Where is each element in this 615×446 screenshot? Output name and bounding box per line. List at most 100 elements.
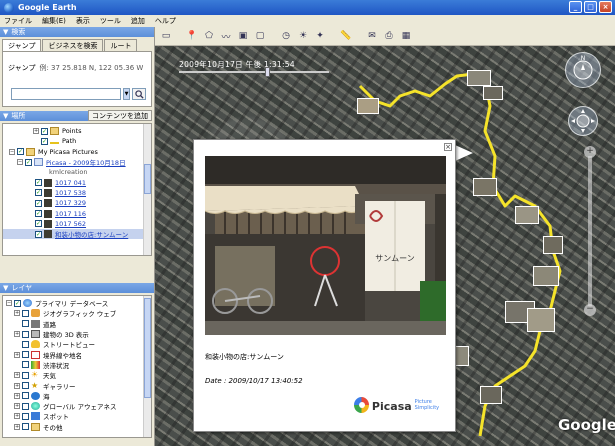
layers-scrollbar[interactable] [143,296,151,437]
checkbox[interactable] [22,382,29,390]
collapse-icon[interactable]: − [17,159,23,166]
list-item[interactable]: ✓ 1017 116 [3,208,151,218]
search-input[interactable] [11,88,121,100]
menu-add[interactable]: 追加 [131,16,145,26]
list-item[interactable]: ストリートビュー [3,339,151,349]
expand-icon[interactable]: + [14,403,20,410]
list-item[interactable]: + ★ ギャラリー [3,380,151,391]
sidebar-toggle-icon[interactable]: ▭ [159,29,173,43]
list-item[interactable]: + その他 [3,422,151,432]
places-scrollbar[interactable] [143,124,151,255]
expand-icon[interactable]: + [33,128,39,135]
checkbox[interactable]: ✓ [35,179,42,187]
maximize-button[interactable]: □ [584,1,597,13]
list-item[interactable]: + スポット [3,411,151,421]
email-icon[interactable]: ✉ [365,29,379,43]
add-content-button[interactable]: コンテンツを追加 [88,110,152,121]
checkbox[interactable] [22,361,29,369]
checkbox[interactable]: ✓ [35,189,42,197]
close-icon[interactable]: × [444,143,452,151]
list-item[interactable]: ✓ 1017 562 [3,219,151,229]
expand-icon[interactable]: + [14,392,20,399]
list-item[interactable]: ✓ Path [3,136,151,146]
layers-header[interactable]: ▼ レイヤ [0,283,154,293]
photo-marker[interactable] [483,86,503,100]
checkbox[interactable]: ✓ [17,148,24,156]
list-item[interactable]: + グローバル アウェアネス [3,401,151,411]
list-item[interactable]: + ジオグラフィック ウェブ [3,308,151,318]
menu-edit[interactable]: 編集(E) [42,16,66,26]
zoom-out-icon[interactable]: − [584,304,596,316]
checkbox[interactable] [22,371,29,379]
checkbox[interactable]: ✓ [14,299,21,307]
picasa-branding[interactable]: Picasa Picture Simplicity [354,397,455,413]
checkbox[interactable] [22,423,29,431]
print-icon[interactable]: ⎙ [382,29,396,43]
list-item[interactable]: ✓ 1017 538 [3,188,151,198]
tab-fly-to[interactable]: ジャンプ [2,39,42,51]
photo-marker[interactable] [473,178,497,196]
checkbox[interactable]: ✓ [35,199,42,207]
checkbox[interactable] [22,320,29,328]
list-item[interactable]: 道路 [3,319,151,329]
time-slider-knob[interactable] [265,67,270,77]
menu-tools[interactable]: ツール [100,16,121,26]
list-item[interactable]: + 建物の 3D 表示 [3,329,151,339]
list-item[interactable]: + 境界線や地名 [3,349,151,360]
photo-marker[interactable] [533,266,559,286]
list-item[interactable]: ✓ 1017 041 [3,177,151,187]
polygon-icon[interactable]: ⬠ [202,29,216,43]
checkbox[interactable] [22,351,29,359]
checkbox[interactable] [22,402,29,410]
expand-icon[interactable]: + [14,413,20,420]
sunlight-icon[interactable]: ☀ [296,29,310,43]
places-header[interactable]: ▼ 場所 [0,110,88,121]
photo-marker[interactable] [515,206,539,224]
list-item[interactable]: ✓ 和装小物の店:サンムーン [3,228,151,240]
photo-marker[interactable] [543,236,563,254]
ruler-icon[interactable]: 📏 [339,29,353,43]
time-slider[interactable] [179,67,329,77]
photo-marker[interactable] [527,308,555,332]
expand-icon[interactable]: + [14,331,20,338]
list-item[interactable]: − ✓ プライマリ データベース [3,298,151,308]
record-tour-icon[interactable]: ▢ [253,29,267,43]
image-overlay-icon[interactable]: ▣ [236,29,250,43]
checkbox[interactable]: ✓ [35,230,42,238]
minimize-button[interactable]: _ [569,1,582,13]
look-joystick[interactable]: N [565,52,601,88]
list-item[interactable]: + ✓ Points [3,126,151,136]
checkbox[interactable] [22,340,29,348]
checkbox[interactable]: ✓ [35,210,42,218]
list-item[interactable]: − ✓ Picasa - 2009年10月18日 [3,157,151,167]
list-item[interactable]: 渋滞状況 [3,360,151,370]
menu-view[interactable]: 表示 [76,16,90,26]
photo-marker[interactable] [357,98,379,114]
expand-icon[interactable]: + [14,382,20,389]
checkbox[interactable]: ✓ [41,137,48,145]
expand-icon[interactable]: + [14,351,20,358]
photo-marker[interactable] [480,386,502,404]
expand-icon[interactable]: + [14,372,20,379]
list-item[interactable]: − ✓ My Picasa Pictures [3,147,151,157]
expand-icon[interactable]: + [14,310,20,317]
collapse-icon[interactable]: − [9,148,15,155]
move-joystick[interactable] [568,106,598,136]
expand-icon[interactable]: + [14,423,20,430]
history-dropdown-icon[interactable]: ▼ [123,88,130,100]
checkbox[interactable] [22,309,29,317]
list-item[interactable]: ✓ 1017 329 [3,198,151,208]
placemark-icon[interactable]: 📍 [185,29,199,43]
tab-directions[interactable]: ルート [104,39,138,51]
google-maps-icon[interactable]: ▦ [399,29,413,43]
search-header[interactable]: ▼ 検索 [0,27,154,37]
checkbox[interactable] [22,330,29,338]
list-item[interactable]: + 海 [3,391,151,401]
zoom-slider[interactable] [588,156,592,306]
checkbox[interactable]: ✓ [41,127,48,135]
checkbox[interactable]: ✓ [25,158,32,166]
search-button[interactable] [132,88,146,100]
zoom-in-icon[interactable]: + [584,146,596,158]
checkbox[interactable] [22,412,29,420]
path-tool-icon[interactable]: 〰 [219,29,233,43]
